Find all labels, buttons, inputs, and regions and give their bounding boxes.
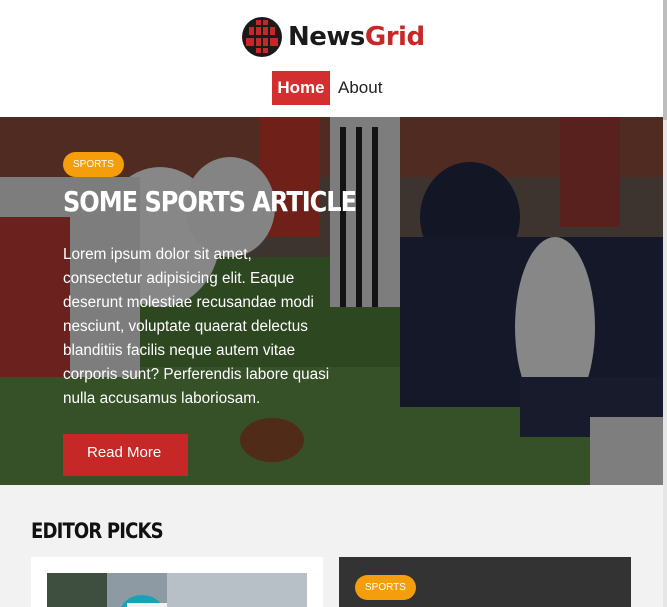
site-name-part1: News — [288, 22, 365, 52]
editor-pick-card-dark[interactable]: SPORTS — [339, 557, 631, 607]
hero-banner: SPORTS Some Sports Article Lorem ipsum d… — [0, 117, 663, 485]
nav-home[interactable]: Home — [272, 71, 330, 105]
nav-about[interactable]: About — [330, 71, 390, 105]
section-title-editor-picks: Editor Picks — [31, 519, 164, 543]
editor-pick-image — [47, 573, 307, 607]
hero-title[interactable]: Some Sports Article — [63, 185, 357, 218]
page-scrollbar[interactable] — [663, 0, 667, 607]
read-more-button[interactable]: Read More — [63, 434, 188, 476]
main-nav: Home About — [272, 71, 390, 105]
site-name-part2: Grid — [364, 22, 425, 52]
site-name: NewsGrid — [288, 22, 425, 52]
globe-icon — [242, 17, 282, 57]
hero-excerpt: Lorem ipsum dolor sit amet, consectetur … — [63, 246, 330, 407]
category-badge[interactable]: SPORTS — [63, 152, 124, 177]
editor-pick-card[interactable] — [31, 557, 323, 607]
site-header: NewsGrid Home About — [0, 0, 663, 117]
scrollbar-thumb[interactable] — [663, 0, 667, 120]
site-logo[interactable]: NewsGrid — [240, 14, 425, 60]
category-badge[interactable]: SPORTS — [355, 575, 416, 600]
